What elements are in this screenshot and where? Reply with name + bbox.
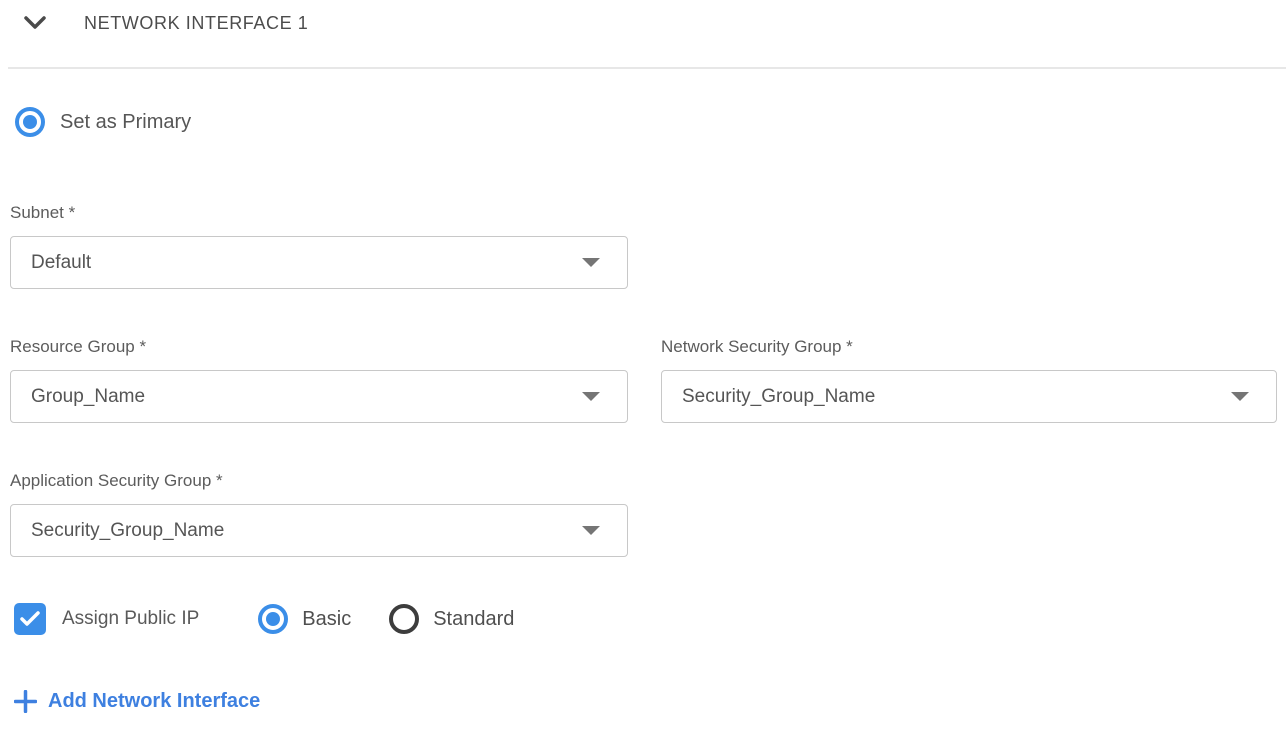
section-header[interactable]: NETWORK INTERFACE 1 [10, 12, 1277, 34]
assign-public-ip-label: Assign Public IP [62, 608, 199, 630]
assign-public-ip-checkbox[interactable]: Assign Public IP [14, 603, 199, 635]
sku-basic-label: Basic [302, 608, 351, 631]
network-interface-panel: NETWORK INTERFACE 1 Set as Primary Subne… [0, 0, 1286, 713]
sku-standard-radio[interactable]: Standard [389, 604, 514, 634]
sku-standard-label: Standard [433, 608, 514, 631]
subnet-select-value: Default [31, 252, 91, 274]
caret-down-icon [582, 392, 600, 401]
caret-down-icon [582, 258, 600, 267]
radio-selected-icon[interactable] [258, 604, 288, 634]
field-application-security-group: Application Security Group * Security_Gr… [10, 471, 628, 557]
chevron-down-icon[interactable] [23, 15, 47, 31]
section-title: NETWORK INTERFACE 1 [84, 13, 308, 34]
application-security-group-select-value: Security_Group_Name [31, 520, 224, 542]
public-ip-options-row: Assign Public IP Basic Standard [14, 603, 1277, 635]
checkmark-icon[interactable] [14, 603, 46, 635]
network-security-group-select-value: Security_Group_Name [682, 386, 875, 408]
add-network-interface-label: Add Network Interface [48, 690, 260, 713]
field-resource-group: Resource Group * Group_Name [10, 337, 628, 423]
application-security-group-label: Application Security Group * [10, 471, 628, 492]
section-divider [8, 67, 1286, 69]
resource-group-select-value: Group_Name [31, 386, 145, 408]
radio-unselected-icon[interactable] [389, 604, 419, 634]
plus-icon [14, 690, 37, 713]
subnet-label: Subnet * [10, 203, 628, 224]
form-grid: Subnet * Default Resource Group * Group_… [10, 203, 1277, 557]
application-security-group-select[interactable]: Security_Group_Name [10, 504, 628, 557]
grid-spacer [661, 203, 1277, 289]
set-as-primary-radio[interactable]: Set as Primary [15, 107, 191, 137]
field-subnet: Subnet * Default [10, 203, 628, 289]
grid-spacer [661, 471, 1277, 557]
network-security-group-label: Network Security Group * [661, 337, 1277, 358]
network-security-group-select[interactable]: Security_Group_Name [661, 370, 1277, 423]
radio-selected-icon[interactable] [15, 107, 45, 137]
resource-group-select[interactable]: Group_Name [10, 370, 628, 423]
caret-down-icon [1231, 392, 1249, 401]
subnet-select[interactable]: Default [10, 236, 628, 289]
field-network-security-group: Network Security Group * Security_Group_… [661, 337, 1277, 423]
caret-down-icon [582, 526, 600, 535]
resource-group-label: Resource Group * [10, 337, 628, 358]
set-as-primary-label: Set as Primary [60, 111, 191, 134]
sku-basic-radio[interactable]: Basic [258, 604, 351, 634]
add-network-interface-link[interactable]: Add Network Interface [14, 690, 260, 713]
